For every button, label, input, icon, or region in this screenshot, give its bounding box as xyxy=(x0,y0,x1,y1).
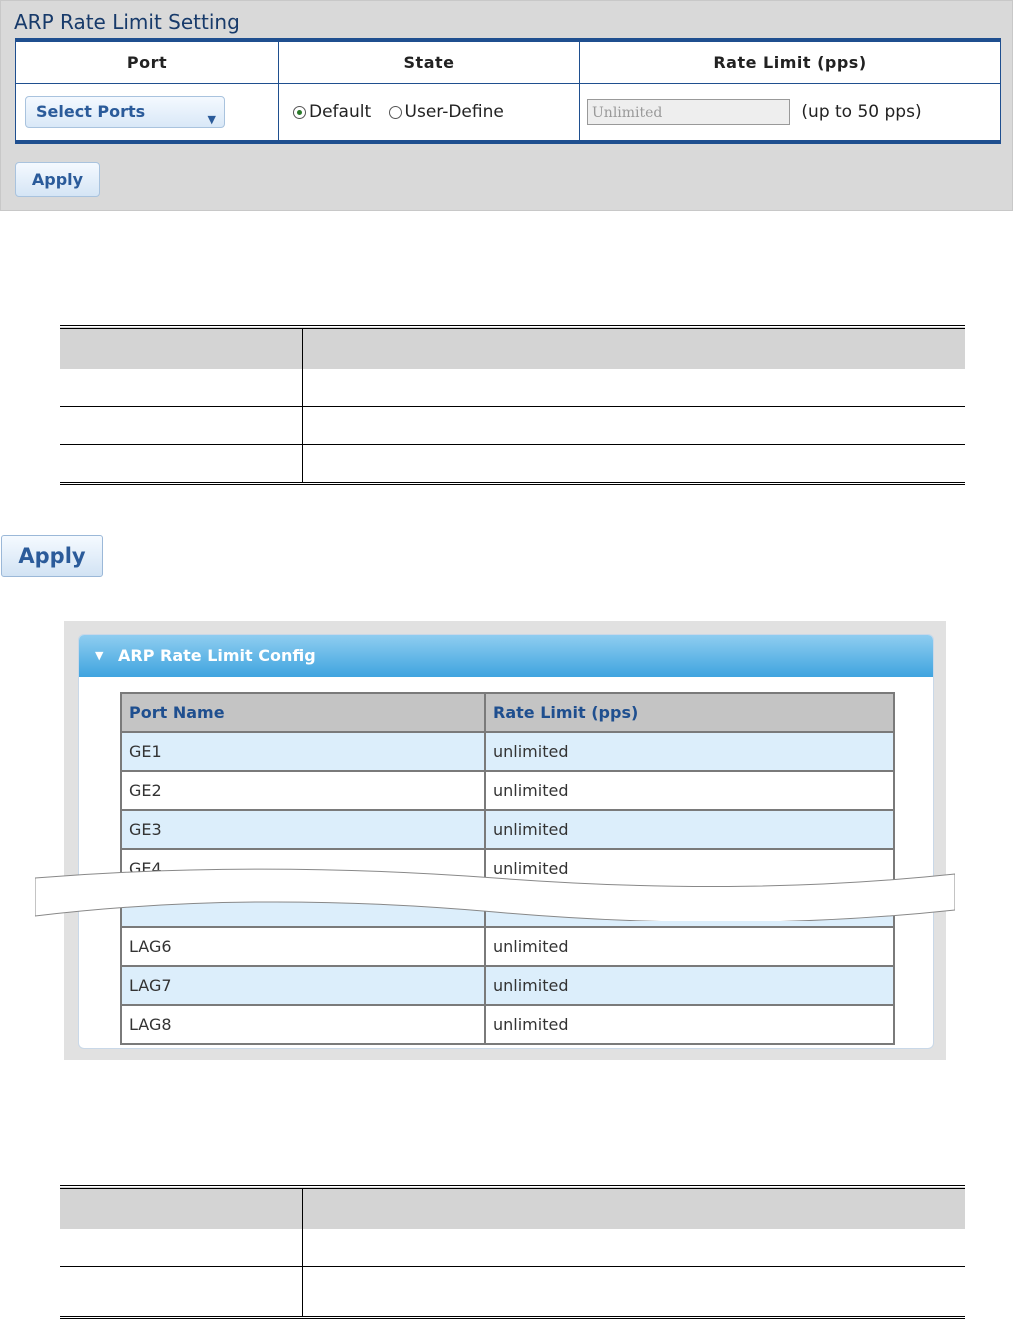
default-radio-label: Default xyxy=(309,102,372,122)
rate-limit-hint: (up to 50 pps) xyxy=(801,102,922,122)
table-row xyxy=(60,1229,965,1267)
rate-cell: unlimited xyxy=(484,926,895,967)
port-name-cell: GE3 xyxy=(120,809,486,850)
rate-cell: unlimited xyxy=(484,731,895,772)
config-panel-title: ARP Rate Limit Config xyxy=(118,646,316,665)
port-name-cell: GE1 xyxy=(120,731,486,772)
rate-limit-cell: Unlimited (up to 50 pps) xyxy=(579,83,1001,143)
port-name-cell: LAG8 xyxy=(120,1004,486,1045)
table-row: GE1 unlimited xyxy=(120,731,895,772)
table-row: LAG7 unlimited xyxy=(120,965,895,1006)
port-header: Port xyxy=(15,39,279,84)
desc-header-object xyxy=(60,1185,303,1229)
config-panel-header[interactable]: ▼ ARP Rate Limit Config xyxy=(79,635,933,677)
table-row: LAG8 unlimited xyxy=(120,1004,895,1045)
rate-cell: unlimited xyxy=(484,770,895,811)
port-name-header: Port Name xyxy=(120,692,486,733)
default-radio[interactable] xyxy=(293,105,306,119)
rate-limit-header: Rate Limit (pps) xyxy=(579,39,1001,84)
table-row xyxy=(60,444,965,485)
select-ports-dropdown[interactable]: Select Ports ▼ xyxy=(25,96,225,128)
user-define-radio[interactable] xyxy=(388,105,402,119)
table-row xyxy=(60,1266,965,1319)
port-name-cell: LAG6 xyxy=(120,926,486,967)
arp-rate-limit-config-screenshot: ▼ ARP Rate Limit Config Port Name Rate L… xyxy=(64,621,946,1060)
state-header: State xyxy=(278,39,580,84)
rate-cell: unlimited xyxy=(484,809,895,850)
collapse-triangle-icon[interactable]: ▼ xyxy=(95,649,103,662)
select-ports-label: Select Ports xyxy=(36,102,146,121)
table-row xyxy=(60,406,965,445)
rate-cell: unlimited xyxy=(484,965,895,1006)
port-cell: Select Ports ▼ xyxy=(15,83,279,143)
rate-limit-input[interactable]: Unlimited xyxy=(587,99,790,125)
desc-header-object xyxy=(60,325,303,369)
table-row: GE3 unlimited xyxy=(120,809,895,850)
user-define-radio-label: User-Define xyxy=(404,102,504,122)
description-table-config xyxy=(60,1185,965,1319)
setting-title: ARP Rate Limit Setting xyxy=(14,10,240,34)
table-row: GE2 unlimited xyxy=(120,770,895,811)
arp-rate-limit-setting-panel: ARP Rate Limit Setting Port State Rate L… xyxy=(0,0,1013,211)
apply-button[interactable]: Apply xyxy=(15,162,100,197)
setting-table: Port State Rate Limit (pps) Select Ports… xyxy=(15,38,1001,144)
chevron-down-icon: ▼ xyxy=(207,113,216,126)
table-row xyxy=(60,369,965,407)
port-name-cell: GE2 xyxy=(120,770,486,811)
rate-cell: unlimited xyxy=(484,1004,895,1045)
desc-header-description xyxy=(302,325,965,369)
state-cell: Default User-Define xyxy=(278,83,580,143)
rate-limit-column-header: Rate Limit (pps) xyxy=(484,692,895,733)
config-panel: ▼ ARP Rate Limit Config Port Name Rate L… xyxy=(78,634,934,1049)
apply-button-large[interactable]: Apply xyxy=(1,535,103,577)
desc-header-description xyxy=(302,1185,965,1229)
description-table-setting xyxy=(60,325,965,485)
table-row: LAG6 unlimited xyxy=(120,926,895,967)
port-name-cell: LAG7 xyxy=(120,965,486,1006)
torn-paper-divider xyxy=(35,868,955,921)
